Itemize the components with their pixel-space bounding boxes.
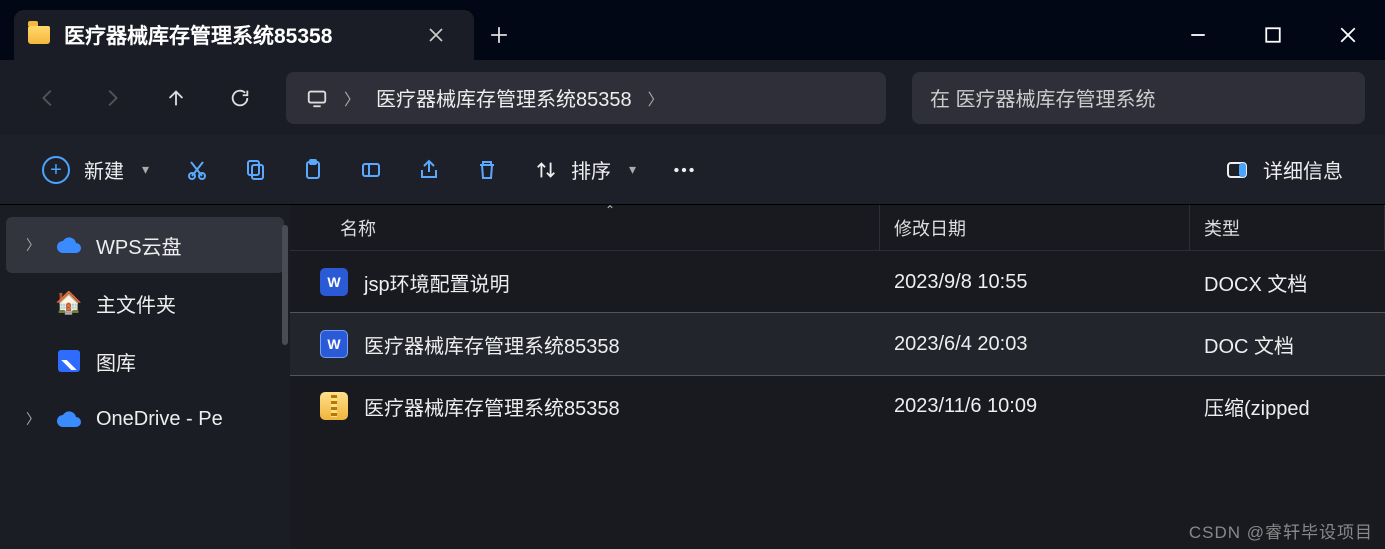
breadcrumb-current[interactable]: 医疗器械库存管理系统85358 [366,72,642,124]
title-bar: 医疗器械库存管理系统85358 [0,0,1385,60]
address-bar[interactable]: 〉 医疗器械库存管理系统85358 〉 [286,72,886,124]
file-list: ⌃ 名称 修改日期 类型 W jsp环境配置说明 2023/9/8 10:55 … [290,205,1385,549]
up-button[interactable] [148,70,204,126]
chevron-right-icon[interactable]: 〉 [642,86,670,110]
file-type: 压缩(zipped [1190,392,1385,421]
sort-icon [535,159,557,181]
new-button[interactable]: + 新建 ▾ [28,149,163,190]
docx-file-icon: W [320,268,348,296]
file-row[interactable]: W 医疗器械库存管理系统85358 2023/6/4 20:03 DOC 文档 [290,313,1385,375]
sort-button[interactable]: 排序 ▾ [521,149,650,190]
forward-button[interactable] [84,70,140,126]
this-pc-icon[interactable] [296,72,338,124]
tab-title: 医疗器械库存管理系统85358 [64,20,418,50]
sort-indicator-icon: ⌃ [605,203,615,217]
file-modified: 2023/6/4 20:03 [880,333,1190,356]
sidebar-item-wps-cloud[interactable]: 〉 WPS云盘 [6,217,284,273]
command-bar: + 新建 ▾ 排序 ▾ 详细信息 [0,135,1385,205]
doc-file-icon: W [320,330,348,358]
scrollbar[interactable] [282,225,288,345]
delete-button[interactable] [463,146,511,194]
file-row[interactable]: 医疗器械库存管理系统85358 2023/11/6 10:09 压缩(zippe… [290,375,1385,437]
sort-label: 排序 [571,155,611,184]
close-tab-button[interactable] [418,17,454,53]
file-modified: 2023/9/8 10:55 [880,271,1190,294]
search-placeholder: 在 医疗器械库存管理系统 [930,83,1156,112]
file-name: 医疗器械库存管理系统85358 [364,330,620,359]
view-button[interactable]: 详细信息 [1211,149,1357,190]
window-tab[interactable]: 医疗器械库存管理系统85358 [14,10,474,60]
refresh-button[interactable] [212,70,268,126]
file-type: DOC 文档 [1190,330,1385,359]
pictures-icon [56,348,82,374]
cloud-icon [56,406,82,432]
chevron-right-icon[interactable]: 〉 [24,409,42,429]
nav-bar: 〉 医疗器械库存管理系统85358 〉 在 医疗器械库存管理系统 [0,60,1385,135]
column-headers: ⌃ 名称 修改日期 类型 [290,205,1385,251]
file-type: DOCX 文档 [1190,268,1385,297]
minimize-button[interactable] [1160,10,1235,60]
close-window-button[interactable] [1310,10,1385,60]
plus-circle-icon: + [42,156,70,184]
file-name: jsp环境配置说明 [364,268,510,297]
file-modified: 2023/11/6 10:09 [880,395,1190,418]
copy-button[interactable] [231,146,279,194]
back-button[interactable] [20,70,76,126]
rename-button[interactable] [347,146,395,194]
sidebar-item-home[interactable]: 🏠 主文件夹 [6,275,284,331]
maximize-button[interactable] [1235,10,1310,60]
new-label: 新建 [84,155,124,184]
sidebar-item-gallery[interactable]: 图库 [6,333,284,389]
share-button[interactable] [405,146,453,194]
window-controls [1160,10,1385,60]
sidebar-item-label: OneDrive - Pe [96,408,223,431]
sidebar-item-label: WPS云盘 [96,231,182,260]
sidebar-item-label: 图库 [96,347,136,376]
home-icon: 🏠 [56,290,82,316]
sidebar-item-label: 主文件夹 [96,289,176,318]
column-header-modified[interactable]: 修改日期 [880,205,1190,250]
chevron-right-icon[interactable]: 〉 [338,86,366,110]
file-name: 医疗器械库存管理系统85358 [364,392,620,421]
paste-button[interactable] [289,146,337,194]
column-header-type[interactable]: 类型 [1190,205,1385,250]
more-button[interactable] [660,146,708,194]
sidebar-item-onedrive[interactable]: 〉 OneDrive - Pe [6,391,284,447]
navigation-pane: 〉 WPS云盘 🏠 主文件夹 图库 〉 OneDrive - Pe [0,205,290,549]
new-tab-button[interactable] [474,10,524,60]
search-input[interactable]: 在 医疗器械库存管理系统 [912,72,1365,124]
zip-file-icon [320,392,348,420]
folder-icon [28,26,50,44]
details-view-icon [1225,158,1249,182]
column-header-name[interactable]: 名称 [290,205,880,250]
cut-button[interactable] [173,146,221,194]
chevron-right-icon[interactable]: 〉 [24,235,42,255]
cloud-icon [56,232,82,258]
view-label: 详细信息 [1263,155,1343,184]
chevron-down-icon: ▾ [629,161,636,178]
chevron-down-icon: ▾ [142,161,149,178]
file-row[interactable]: W jsp环境配置说明 2023/9/8 10:55 DOCX 文档 [290,251,1385,313]
